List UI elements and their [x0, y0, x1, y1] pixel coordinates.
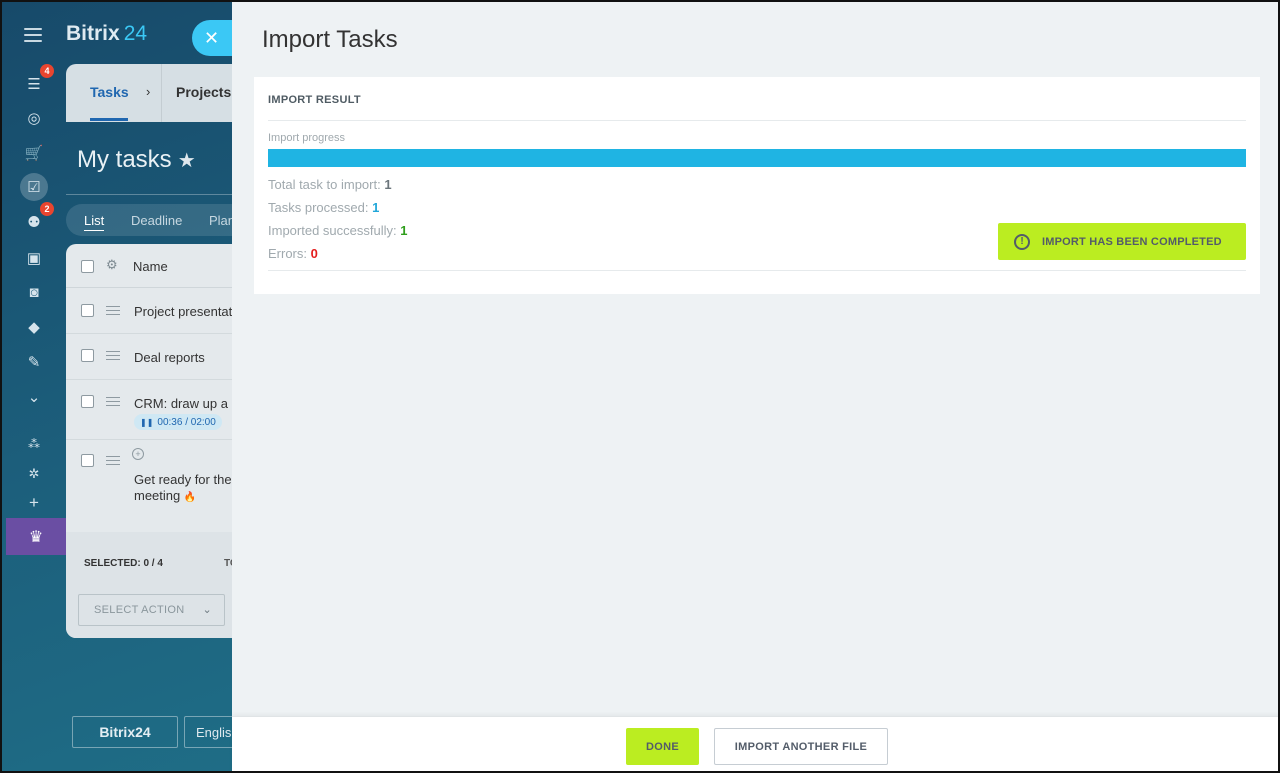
drag-handle-icon[interactable] — [106, 397, 120, 407]
progress-bar — [268, 149, 1246, 167]
tasks-icon[interactable]: ☑ — [20, 173, 48, 201]
left-sidebar: ☰ 4 ◎ 🛒 ☑ ⚉ 2 ▣ ◙ ◆ ✎ ⌄ ⁂ ✲ + ♛ — [2, 2, 66, 771]
crown-icon[interactable]: ♛ — [6, 518, 66, 555]
logo[interactable]: Bitrix 24 — [66, 22, 147, 46]
import-another-file-button[interactable]: IMPORT ANOTHER FILE — [714, 728, 888, 765]
timer-badge[interactable]: ❚❚ 00:36 / 02:00 — [134, 414, 222, 430]
task-title[interactable]: Deal reports — [134, 350, 205, 365]
view-switcher: List Deadline Plan — [66, 204, 236, 236]
divider — [66, 194, 236, 195]
tab-tasks[interactable]: Tasks — [90, 84, 129, 100]
grid-footer: SELECTED: 0 / 4 TOTAL SELECT ACTION ⌄ — [66, 532, 256, 638]
panel-title: Import Tasks — [262, 26, 398, 53]
menu-icon[interactable] — [24, 28, 42, 42]
card-header: IMPORT RESULT — [268, 94, 361, 106]
table-row[interactable]: + Get ready for the meeting 🔥 — [66, 440, 236, 532]
settings-icon[interactable]: ✲ — [20, 460, 48, 488]
stat-total: Total task to import: 1 — [268, 177, 392, 192]
status-label: IMPORT HAS BEEN COMPLETED — [1042, 235, 1222, 248]
signature-icon[interactable]: ✎ — [20, 348, 48, 376]
import-status-badge: ! IMPORT HAS BEEN COMPLETED — [998, 223, 1246, 260]
cart-icon[interactable]: 🛒 — [20, 139, 48, 167]
column-name[interactable]: Name — [133, 259, 168, 274]
view-deadline[interactable]: Deadline — [131, 213, 182, 228]
drag-handle-icon[interactable] — [106, 456, 120, 466]
import-result-card: IMPORT RESULT Import progress Total task… — [254, 77, 1260, 294]
box-icon[interactable]: ◆ — [20, 313, 48, 341]
fire-icon: 🔥 — [183, 492, 197, 503]
drag-handle-icon[interactable] — [106, 351, 120, 361]
task-title-line2: meeting 🔥 — [134, 488, 197, 503]
add-icon[interactable]: + — [132, 448, 144, 460]
selected-count: SELECTED: 0 / 4 — [84, 558, 163, 569]
add-icon[interactable]: + — [20, 489, 48, 517]
tab-projects[interactable]: Projects — [176, 84, 231, 100]
row-checkbox[interactable] — [81, 395, 94, 408]
stat-errors: Errors: 0 — [268, 246, 318, 261]
app-frame: ☰ 4 ◎ 🛒 ☑ ⚉ 2 ▣ ◙ ◆ ✎ ⌄ ⁂ ✲ + ♛ Bitrix 24… — [0, 0, 1280, 773]
brand-button[interactable]: Bitrix24 — [72, 716, 178, 748]
view-list[interactable]: List — [84, 213, 105, 231]
table-row[interactable]: Project presentation — [66, 288, 250, 334]
done-button[interactable]: DONE — [626, 728, 699, 765]
divider — [161, 64, 162, 122]
contact-card-icon[interactable]: ▣ — [20, 244, 48, 272]
notification-badge: 2 — [40, 202, 54, 216]
target-icon[interactable]: ◎ — [20, 104, 48, 132]
import-panel: Import Tasks IMPORT RESULT Import progre… — [232, 2, 1278, 771]
row-checkbox[interactable] — [81, 304, 94, 317]
filter-icon[interactable]: ☰ 4 — [20, 64, 54, 98]
robot-icon[interactable]: ◙ — [20, 278, 48, 306]
progress-fill — [268, 149, 1246, 167]
stat-processed: Tasks processed: 1 — [268, 200, 380, 215]
info-icon: ! — [1014, 233, 1030, 250]
table-row[interactable]: CRM: draw up a ❚❚ 00:36 / 02:00 — [66, 380, 236, 440]
select-all-checkbox[interactable] — [81, 260, 94, 273]
more-icon[interactable]: ⌄ — [20, 383, 48, 411]
drag-handle-icon[interactable] — [106, 306, 120, 316]
task-grid: ⚙ Name Project presentation Deal reports… — [66, 244, 256, 638]
task-title[interactable]: Get ready for the — [134, 472, 232, 487]
close-icon: ✕ — [204, 27, 220, 48]
gear-icon[interactable]: ⚙ — [106, 257, 118, 273]
progress-label: Import progress — [268, 132, 346, 144]
star-icon[interactable]: ★ — [178, 150, 196, 172]
table-row[interactable]: Deal reports — [66, 334, 236, 380]
select-action-dropdown[interactable]: SELECT ACTION ⌄ — [78, 594, 225, 626]
task-title[interactable]: CRM: draw up a — [134, 396, 228, 411]
row-checkbox[interactable] — [81, 454, 94, 467]
divider — [268, 270, 1246, 271]
sites-icon[interactable]: ⁂ — [20, 430, 48, 458]
grid-header: ⚙ Name — [66, 244, 236, 288]
page-title: My tasks ★ — [77, 146, 196, 173]
divider — [268, 120, 1246, 121]
row-checkbox[interactable] — [81, 349, 94, 362]
notification-badge: 4 — [40, 64, 54, 78]
tab-underline — [90, 118, 128, 121]
pause-icon[interactable]: ❚❚ — [140, 418, 153, 427]
crm-icon[interactable]: ⚉ 2 — [20, 202, 54, 236]
chevron-down-icon: ⌄ — [202, 604, 212, 616]
panel-footer: DONE IMPORT ANOTHER FILE — [232, 716, 1278, 771]
stat-success: Imported successfully: 1 — [268, 223, 408, 238]
chevron-right-icon: › — [146, 84, 151, 99]
